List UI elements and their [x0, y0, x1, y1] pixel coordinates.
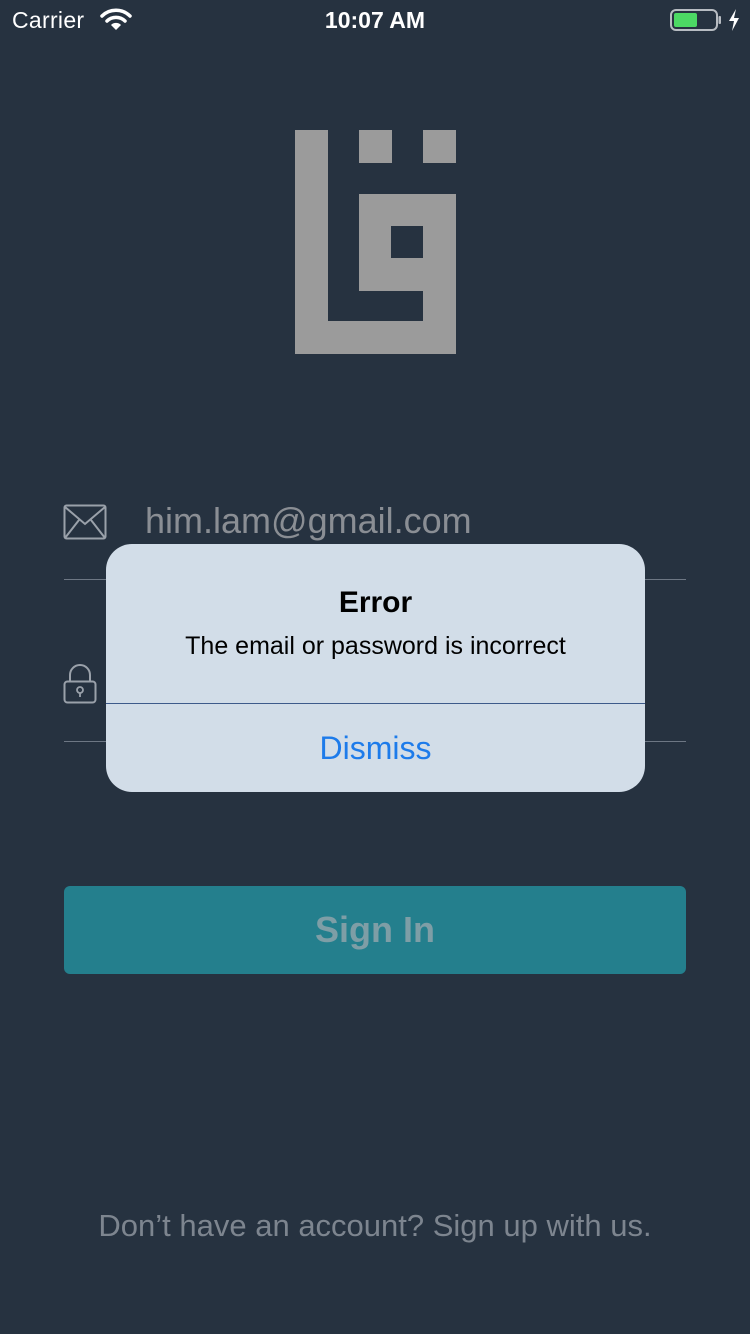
- sign-in-button[interactable]: Sign In: [64, 886, 686, 974]
- sign-up-link[interactable]: Don’t have an account? Sign up with us.: [0, 1208, 750, 1244]
- login-screen: Carrier 10:07 AM him.lam@gmail.com Sign …: [0, 0, 750, 1334]
- app-logo: [295, 130, 456, 359]
- email-field[interactable]: him.lam@gmail.com: [145, 500, 472, 542]
- dismiss-button[interactable]: Dismiss: [106, 704, 645, 792]
- envelope-icon: [63, 504, 107, 545]
- charging-bolt-icon: [727, 8, 741, 37]
- status-time: 10:07 AM: [324, 7, 426, 33]
- status-bar: Carrier 10:07 AM: [0, 0, 750, 40]
- sign-in-label: Sign In: [315, 909, 435, 950]
- alert-title: Error: [338, 586, 413, 619]
- dismiss-label: Dismiss: [319, 729, 432, 766]
- alert-message: The email or password is incorrect: [185, 632, 566, 660]
- lock-icon: [63, 664, 97, 709]
- battery-icon: [670, 8, 722, 37]
- error-alert: Error The email or password is incorrect…: [106, 544, 645, 792]
